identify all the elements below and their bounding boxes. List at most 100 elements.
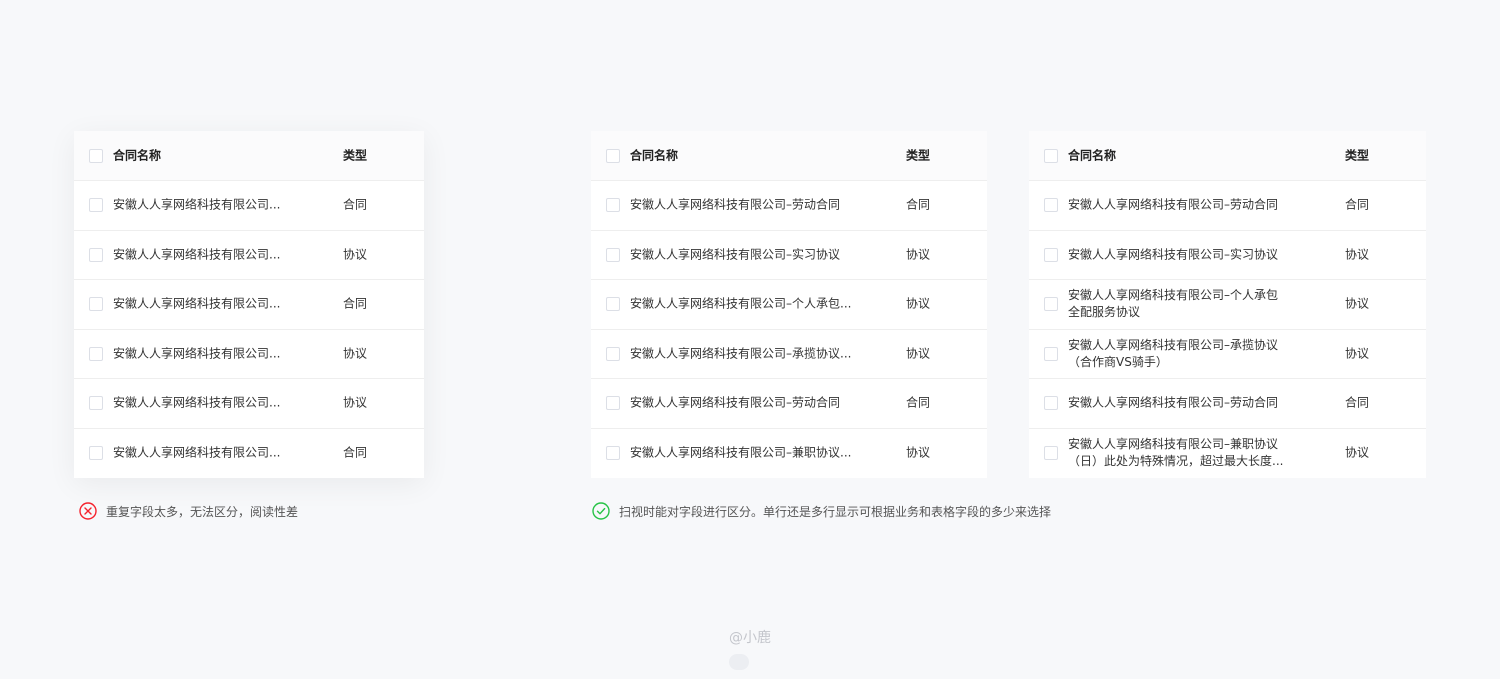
contract-type-cell: 协议: [1345, 346, 1370, 361]
contract-type-cell: 合同: [906, 395, 931, 410]
table-row[interactable]: 安徽人人享网络科技有限公司–承揽协议 （合作商VS骑手） 协议: [1029, 330, 1426, 379]
row-checkbox[interactable]: [1044, 346, 1058, 361]
contract-type-cell: 协议: [343, 346, 368, 361]
contract-name-cell: 安徽人人享网络科技有限公司–承揽协议 （合作商VS骑手）: [1068, 337, 1278, 371]
contract-name-cell: 安徽人人享网络科技有限公司–个人承包...: [630, 296, 852, 311]
row-checkbox[interactable]: [606, 346, 620, 361]
contract-type-cell: 协议: [1345, 445, 1370, 460]
contract-name-cell: 安徽人人享网络科技有限公司...: [113, 296, 281, 311]
row-checkbox[interactable]: [606, 198, 620, 213]
contract-table-multi-line: 合同名称 类型 安徽人人享网络科技有限公司–劳动合同 合同 安徽人人享网络科技有…: [1029, 131, 1426, 478]
table-row[interactable]: 安徽人人享网络科技有限公司... 合同: [74, 280, 424, 330]
contract-name-cell: 安徽人人享网络科技有限公司–劳动合同: [630, 197, 841, 212]
name-line-1: 安徽人人享网络科技有限公司–实习协议: [1068, 247, 1279, 262]
table-row[interactable]: 安徽人人享网络科技有限公司–实习协议 协议: [1029, 231, 1426, 280]
contract-name-cell: 安徽人人享网络科技有限公司...: [113, 197, 281, 212]
contract-name-cell: 安徽人人享网络科技有限公司–劳动合同: [1068, 395, 1278, 412]
contract-type-cell: 协议: [343, 247, 368, 262]
table-row[interactable]: 安徽人人享网络科技有限公司–个人承包... 协议: [591, 280, 987, 330]
bad-example-note: 重复字段太多，无法区分，阅读性差: [79, 501, 298, 521]
column-header-type: 类型: [1345, 148, 1370, 162]
table-row[interactable]: 安徽人人享网络科技有限公司–实习协议 协议: [591, 231, 987, 280]
table-row[interactable]: 安徽人人享网络科技有限公司–兼职协议... 协议: [591, 429, 987, 479]
bad-note-text: 重复字段太多，无法区分，阅读性差: [106, 504, 299, 519]
row-checkbox[interactable]: [1044, 198, 1058, 213]
name-line-1: 安徽人人享网络科技有限公司–兼职协议: [1068, 437, 1279, 452]
row-checkbox[interactable]: [1044, 396, 1058, 411]
contract-type-cell: 协议: [906, 346, 931, 361]
contract-type-cell: 合同: [1345, 395, 1370, 410]
column-header-type: 类型: [343, 148, 368, 162]
table-row[interactable]: 安徽人人享网络科技有限公司–承揽协议... 协议: [591, 330, 987, 379]
column-header-name: 合同名称: [113, 148, 162, 162]
contract-type-cell: 协议: [906, 445, 931, 460]
select-all-checkbox[interactable]: [89, 148, 103, 163]
row-checkbox[interactable]: [1044, 247, 1058, 262]
contract-type-cell: 协议: [1345, 296, 1370, 311]
row-checkbox[interactable]: [1044, 446, 1058, 461]
table-row[interactable]: 安徽人人享网络科技有限公司–劳动合同 合同: [591, 181, 987, 231]
contract-type-cell: 合同: [343, 296, 368, 311]
table-row[interactable]: 安徽人人享网络科技有限公司... 协议: [74, 379, 424, 429]
contract-name-cell: 安徽人人享网络科技有限公司...: [113, 247, 281, 262]
contract-type-cell: 协议: [1345, 247, 1370, 262]
contract-name-cell: 安徽人人享网络科技有限公司–承揽协议...: [630, 346, 852, 361]
row-checkbox[interactable]: [606, 297, 620, 312]
check-circle-icon: [592, 502, 610, 520]
column-header-type: 类型: [906, 148, 931, 162]
table-header: 合同名称 类型: [1029, 131, 1426, 181]
contract-name-cell: 安徽人人享网络科技有限公司...: [113, 395, 281, 410]
table-row[interactable]: 安徽人人享网络科技有限公司–个人承包 全配服务协议 协议: [1029, 280, 1426, 330]
name-line-1: 安徽人人享网络科技有限公司–劳动合同: [1068, 197, 1279, 212]
contract-table-single-line: 合同名称 类型 安徽人人享网络科技有限公司–劳动合同 合同 安徽人人享网络科技有…: [591, 131, 987, 478]
row-checkbox[interactable]: [89, 247, 103, 262]
name-line-2: 全配服务协议: [1068, 305, 1141, 320]
contract-name-cell: 安徽人人享网络科技有限公司–实习协议: [1068, 246, 1278, 263]
row-checkbox[interactable]: [606, 446, 620, 461]
table-row[interactable]: 安徽人人享网络科技有限公司... 合同: [74, 181, 424, 231]
row-checkbox[interactable]: [1044, 297, 1058, 312]
contract-table-truncated: 合同名称 类型 安徽人人享网络科技有限公司... 合同 安徽人人享网络科技有限公…: [74, 131, 424, 478]
contract-name-cell: 安徽人人享网络科技有限公司–劳动合同: [630, 395, 841, 410]
contract-name-cell: 安徽人人享网络科技有限公司–实习协议: [630, 247, 841, 262]
table-row[interactable]: 安徽人人享网络科技有限公司... 合同: [74, 429, 424, 479]
table-row[interactable]: 安徽人人享网络科技有限公司–劳动合同 合同: [1029, 181, 1426, 231]
table-row[interactable]: 安徽人人享网络科技有限公司–劳动合同 合同: [591, 379, 987, 429]
contract-type-cell: 合同: [906, 197, 931, 212]
contract-name-cell: 安徽人人享网络科技有限公司...: [113, 445, 281, 460]
table-row[interactable]: 安徽人人享网络科技有限公司–兼职协议 （日）此处为特殊情况，超过最大长度... 协…: [1029, 429, 1426, 479]
name-line-2: （合作商VS骑手）: [1068, 354, 1168, 369]
watermark-logo-icon: [729, 654, 749, 670]
column-header-name: 合同名称: [1068, 148, 1117, 162]
name-line-1: 安徽人人享网络科技有限公司–承揽协议: [1068, 337, 1279, 352]
contract-name-cell: 安徽人人享网络科技有限公司...: [113, 346, 281, 361]
contract-type-cell: 协议: [343, 395, 368, 410]
row-checkbox[interactable]: [89, 346, 103, 361]
table-header: 合同名称 类型: [74, 131, 424, 181]
table-header: 合同名称 类型: [591, 131, 987, 181]
row-checkbox[interactable]: [89, 446, 103, 461]
row-checkbox[interactable]: [89, 198, 103, 213]
good-example-note: 扫视时能对字段进行区分。单行还是多行显示可根据业务和表格字段的多少来选择: [592, 501, 1051, 521]
row-checkbox[interactable]: [89, 297, 103, 312]
name-line-2: （日）此处为特殊情况，超过最大长度...: [1068, 454, 1284, 469]
contract-type-cell: 协议: [906, 296, 931, 311]
table-row[interactable]: 安徽人人享网络科技有限公司... 协议: [74, 231, 424, 280]
table-row[interactable]: 安徽人人享网络科技有限公司... 协议: [74, 330, 424, 379]
select-all-checkbox[interactable]: [606, 148, 620, 163]
name-line-1: 安徽人人享网络科技有限公司–个人承包: [1068, 288, 1279, 303]
contract-type-cell: 合同: [343, 445, 368, 460]
contract-name-cell: 安徽人人享网络科技有限公司–兼职协议...: [630, 445, 852, 460]
contract-type-cell: 合同: [1345, 197, 1370, 212]
table-row[interactable]: 安徽人人享网络科技有限公司–劳动合同 合同: [1029, 379, 1426, 429]
row-checkbox[interactable]: [606, 396, 620, 411]
contract-type-cell: 合同: [343, 197, 368, 212]
column-header-name: 合同名称: [630, 148, 679, 162]
contract-name-cell: 安徽人人享网络科技有限公司–兼职协议 （日）此处为特殊情况，超过最大长度...: [1068, 436, 1283, 470]
row-checkbox[interactable]: [606, 247, 620, 262]
select-all-checkbox[interactable]: [1044, 148, 1058, 163]
row-checkbox[interactable]: [89, 396, 103, 411]
good-note-text: 扫视时能对字段进行区分。单行还是多行显示可根据业务和表格字段的多少来选择: [619, 504, 1052, 519]
contract-type-cell: 协议: [906, 247, 931, 262]
error-circle-icon: [79, 502, 97, 520]
